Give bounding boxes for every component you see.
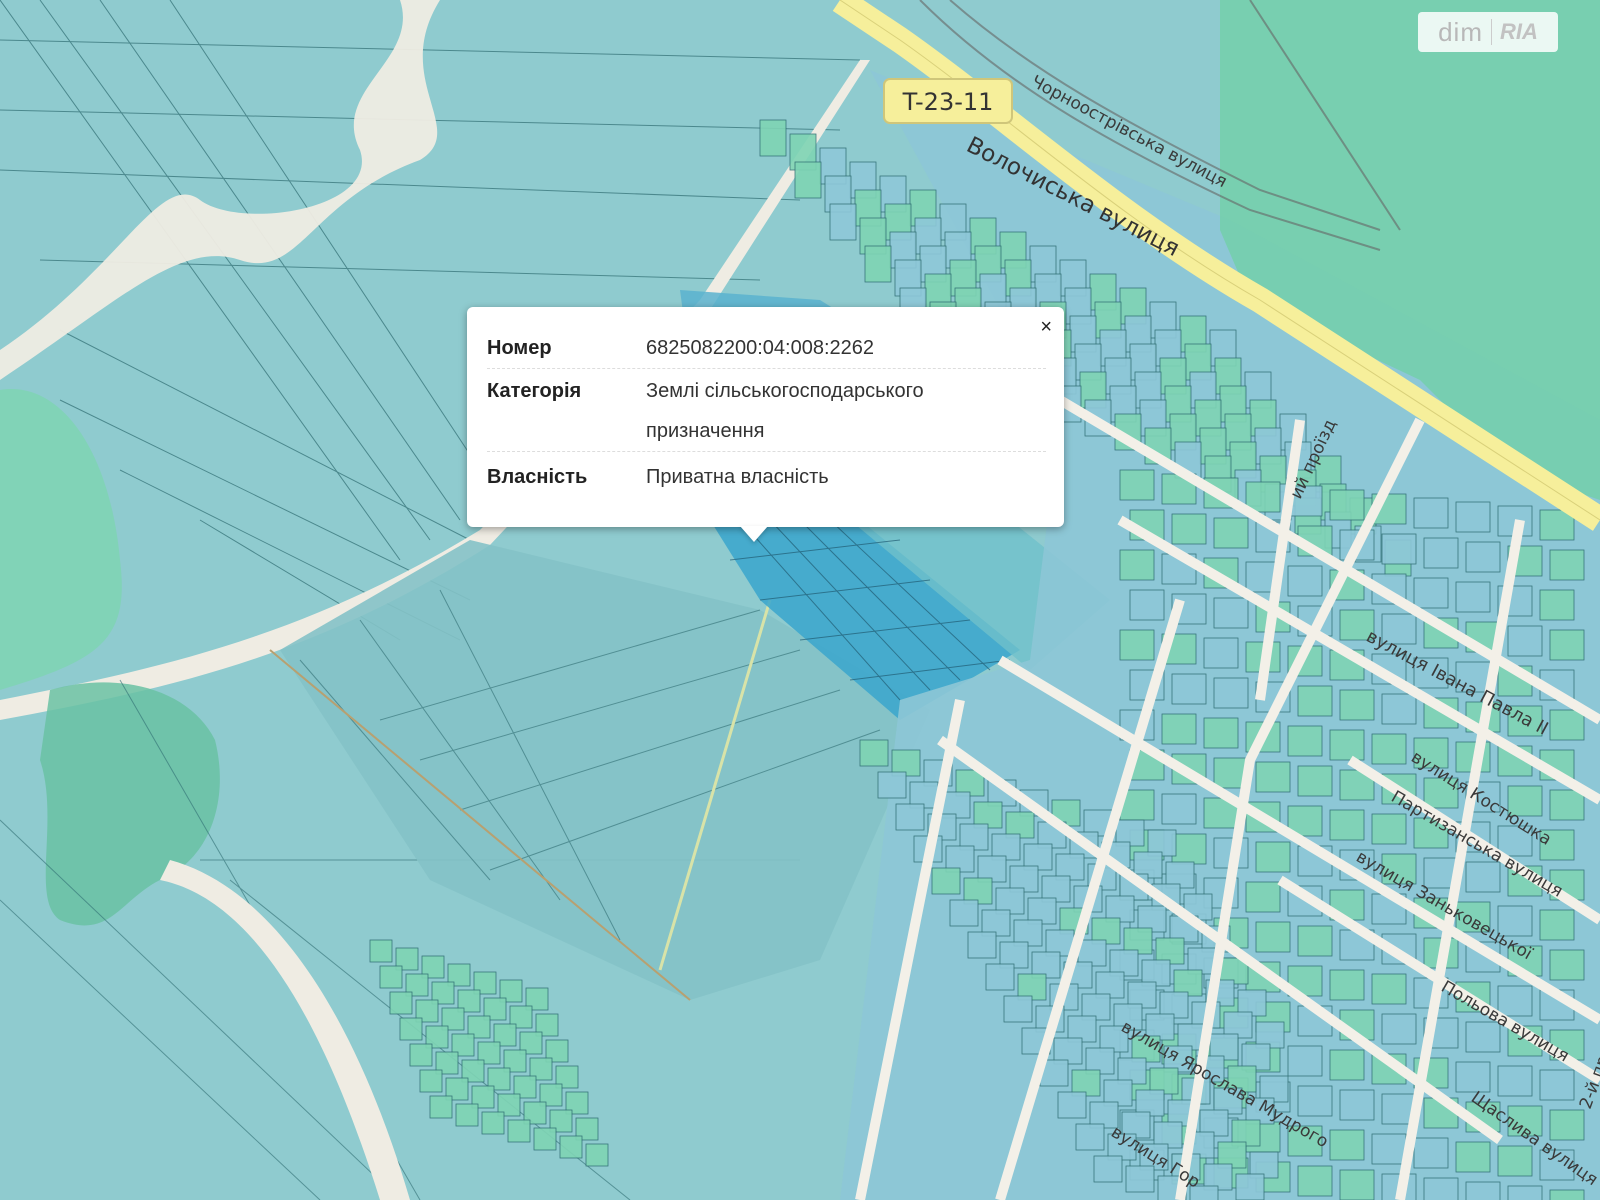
dimria-watermark: dim RIA [1418, 12, 1558, 52]
popup-key: Категорія [487, 380, 582, 402]
svg-text:T-23-11: T-23-11 [902, 88, 994, 116]
popup-pointer [740, 526, 768, 542]
watermark-dim: dim [1438, 16, 1483, 47]
watermark-ria: RIA [1491, 19, 1538, 45]
popup-value: Землі сільськогосподарського призначення [646, 380, 924, 442]
popup-key: Номер [487, 337, 552, 359]
popup-row-number: Номер 6825082200:04:008:2262 [487, 328, 1046, 369]
popup-row-category: Категорія Землі сільськогосподарського п… [487, 371, 1046, 452]
popup-value: Приватна власність [646, 466, 829, 488]
popup-key: Власність [487, 466, 588, 488]
popup-row-ownership: Власність Приватна власність [487, 457, 1046, 497]
popup-value: 6825082200:04:008:2262 [646, 337, 875, 359]
cadastral-map[interactable]: T-23-11 Волочиська вулиця Чорноострівськ… [0, 0, 1600, 1200]
road-badge-t2311: T-23-11 [883, 78, 1013, 124]
parcel-info-popup: × Номер 6825082200:04:008:2262 Категорія… [467, 307, 1064, 527]
